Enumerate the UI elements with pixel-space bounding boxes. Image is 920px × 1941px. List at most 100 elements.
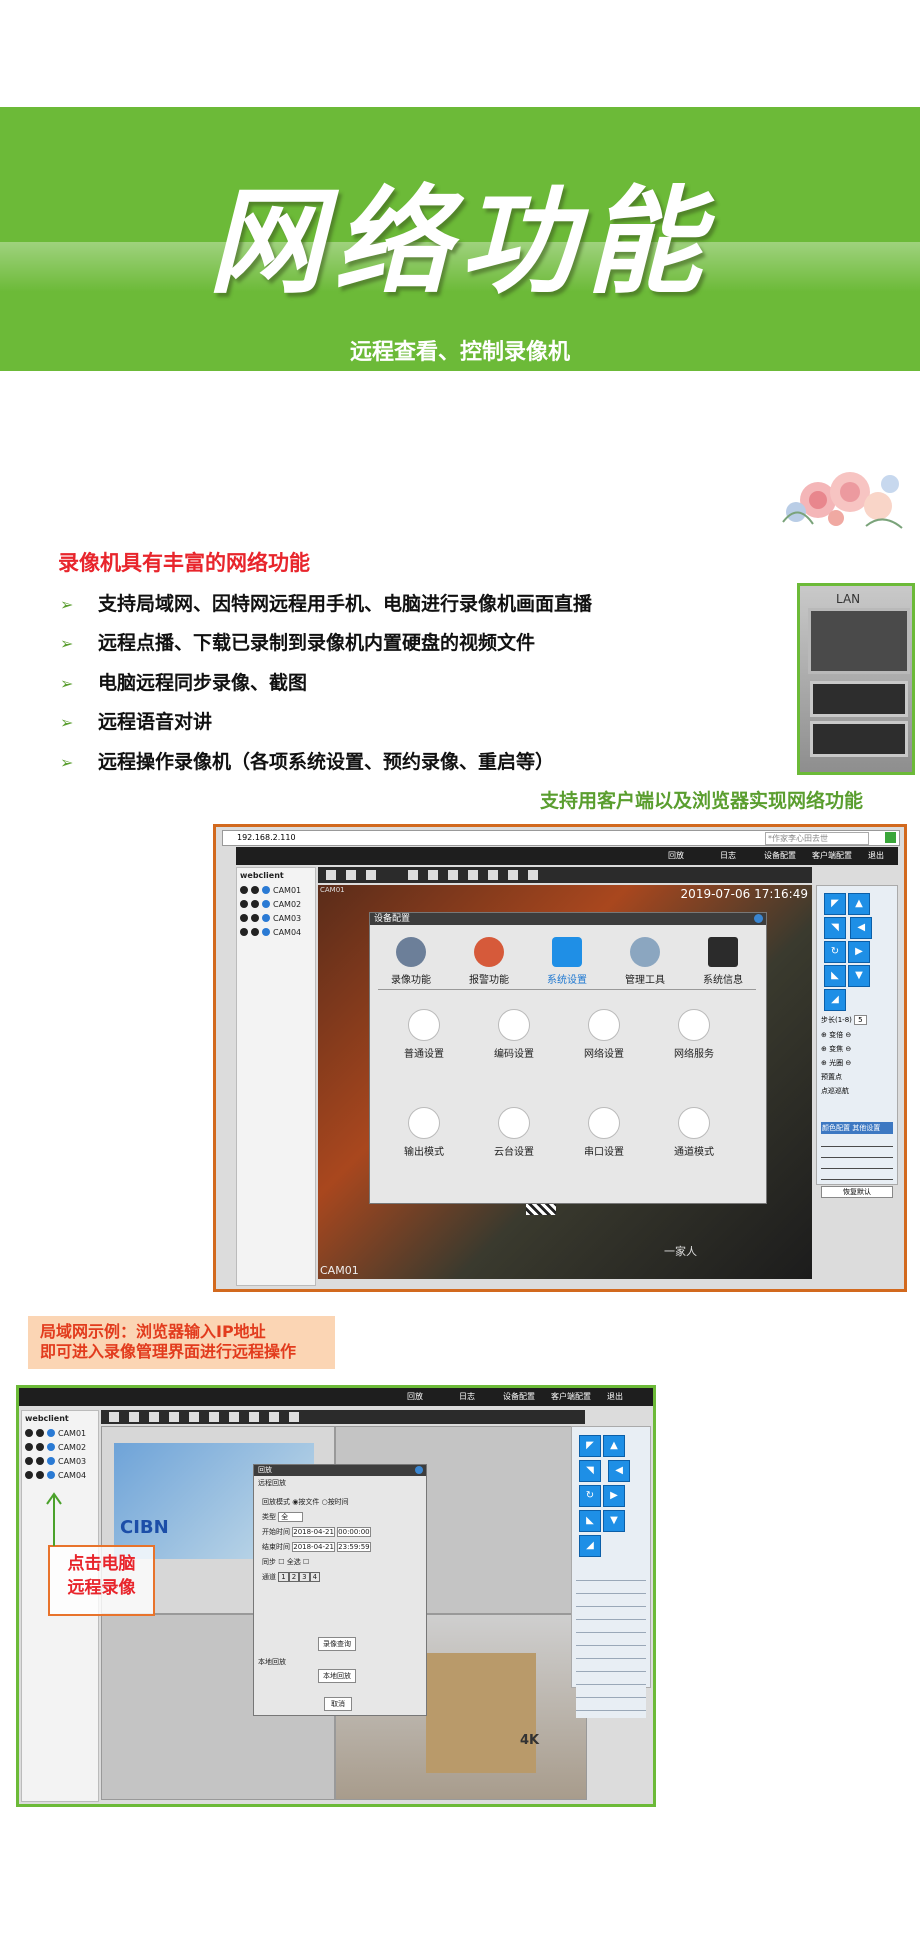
- end-date-input[interactable]: 2018-04-21: [292, 1542, 335, 1552]
- zoom-row[interactable]: ⊕ 变倍 ⊖: [817, 1028, 897, 1042]
- gear-icon: [408, 1009, 440, 1041]
- camera-item[interactable]: CAM03: [237, 911, 315, 925]
- ptz-auto-button[interactable]: ↻: [824, 941, 846, 963]
- video-timestamp: 2019-07-06 17:16:49: [680, 887, 808, 901]
- close-icon[interactable]: [415, 1466, 423, 1474]
- camera-item[interactable]: CAM01: [237, 883, 315, 897]
- lan-port-photo: LAN: [797, 583, 915, 775]
- tab-alarm-function[interactable]: 报警功能: [449, 937, 529, 986]
- ptz-controls[interactable]: [576, 1568, 646, 1718]
- tab-playback[interactable]: 回放: [650, 847, 702, 865]
- focus-row[interactable]: ⊕ 变焦 ⊖: [817, 1042, 897, 1056]
- tools-icon: [630, 937, 660, 967]
- ptz-left-button[interactable]: ◀: [850, 917, 873, 939]
- network-settings-item[interactable]: 网络设置: [564, 1009, 644, 1060]
- arrow-icon: ➢: [60, 595, 74, 614]
- mode-by-file-radio[interactable]: 按文件: [298, 1498, 319, 1506]
- tab-client-config[interactable]: 客户端配置: [545, 1388, 597, 1406]
- camera-item[interactable]: CAM02: [237, 897, 315, 911]
- browser-screenshot-1: 192.168.2.110 *作家李心田去世 回放 日志 设备配置 客户端配置 退出 w…: [213, 824, 907, 1292]
- ptz-down-left-button[interactable]: ◣: [824, 965, 846, 987]
- tab-other-settings[interactable]: 其他设置: [852, 1124, 880, 1132]
- alarm-icon: [474, 937, 504, 967]
- ptz-panel: ◤ ▲◥ ◀↻ ▶ ◣ ▼◢ 步长(1-8) 5 ⊕ 变倍 ⊖ ⊕ 变焦 ⊖ ⊕ 光圈…: [816, 885, 898, 1198]
- address-bar[interactable]: 192.168.2.110 *作家李心田去世: [222, 830, 900, 846]
- tab-log[interactable]: 日志: [441, 1388, 493, 1406]
- ptz-up-right-button[interactable]: ◥: [824, 917, 846, 939]
- ptz-up-button[interactable]: ▲: [603, 1435, 625, 1457]
- end-time-input[interactable]: 23:59:59: [337, 1542, 371, 1552]
- encode-settings-item[interactable]: 编码设置: [474, 1009, 554, 1060]
- extension-icon[interactable]: [885, 832, 896, 843]
- serial-settings-item[interactable]: 串口设置: [564, 1107, 644, 1158]
- tab-exit[interactable]: 退出: [597, 1388, 633, 1406]
- layout-buttons[interactable]: [326, 870, 386, 880]
- tab-color-config[interactable]: 颜色配置: [822, 1124, 850, 1132]
- tool-buttons[interactable]: [109, 1412, 299, 1422]
- ptz-down-button[interactable]: ▼: [848, 965, 870, 987]
- ptz-left-button[interactable]: ◀: [608, 1460, 631, 1482]
- camera-item[interactable]: CAM01: [22, 1426, 98, 1440]
- channel-1-button[interactable]: 1: [278, 1572, 289, 1582]
- output-mode-item[interactable]: 输出模式: [384, 1107, 464, 1158]
- general-settings-item[interactable]: 普通设置: [384, 1009, 464, 1060]
- ptz-up-left-button[interactable]: ◤: [579, 1435, 601, 1457]
- start-date-input[interactable]: 2018-04-21: [292, 1527, 335, 1537]
- top-menu-bar: 回放 日志 设备配置 客户端配置 退出: [19, 1388, 653, 1406]
- arrow-icon: ➢: [60, 753, 74, 772]
- local-playback-button[interactable]: 本地回放: [318, 1669, 356, 1683]
- tab-device-config[interactable]: 设备配置: [754, 847, 806, 865]
- ptz-down-right-button[interactable]: ◢: [579, 1535, 601, 1557]
- ptz-up-button[interactable]: ▲: [848, 893, 870, 915]
- network-icon: [588, 1009, 620, 1041]
- tab-device-config[interactable]: 设备配置: [493, 1388, 545, 1406]
- device-config-dialog: 设备配置 录像功能 报警功能 系统设置 管理工具 系统信息 普通设置 编码设置 …: [369, 912, 767, 1204]
- ptz-up-right-button[interactable]: ◥: [579, 1460, 601, 1482]
- channel-2-button[interactable]: 2: [288, 1572, 300, 1582]
- tab-log[interactable]: 日志: [702, 847, 754, 865]
- tab-exit[interactable]: 退出: [858, 847, 894, 865]
- type-select[interactable]: 全: [278, 1512, 304, 1522]
- mode-by-time-radio[interactable]: 按时间: [328, 1498, 349, 1506]
- channel-mode-item[interactable]: 通道模式: [654, 1107, 734, 1158]
- restore-default-button[interactable]: 恢复默认: [821, 1186, 893, 1198]
- ptz-down-right-button[interactable]: ◢: [824, 989, 846, 1011]
- ptz-up-left-button[interactable]: ◤: [824, 893, 846, 915]
- tool-buttons[interactable]: [408, 870, 548, 880]
- color-sliders[interactable]: [821, 1138, 893, 1182]
- video-toolbar: [101, 1410, 585, 1424]
- ptz-down-left-button[interactable]: ◣: [579, 1510, 601, 1532]
- lan-example-note: 局域网示例：浏览器输入IP地址 即可进入录像管理界面进行远程操作: [28, 1316, 335, 1369]
- camera-item[interactable]: CAM02: [22, 1440, 98, 1454]
- tab-record-function[interactable]: 录像功能: [371, 937, 451, 986]
- cancel-button[interactable]: 取消: [324, 1697, 352, 1711]
- ptz-right-button[interactable]: ▶: [603, 1485, 625, 1507]
- display-icon: [408, 1107, 440, 1139]
- support-line: 支持用客户端以及浏览器实现网络功能: [540, 790, 864, 812]
- camera-item[interactable]: CAM03: [22, 1454, 98, 1468]
- camera-item[interactable]: CAM04: [22, 1468, 98, 1482]
- feature-item: ➢ 远程操作录像机（各项系统设置、预约录像、重启等）: [60, 751, 555, 773]
- channel-4-button[interactable]: 4: [309, 1572, 321, 1582]
- start-time-input[interactable]: 00:00:00: [337, 1527, 371, 1537]
- close-icon[interactable]: [754, 914, 763, 923]
- channel-3-button[interactable]: 3: [299, 1572, 310, 1582]
- record-query-button[interactable]: 录像查询: [318, 1637, 356, 1651]
- ptz-settings-item[interactable]: 云台设置: [474, 1107, 554, 1158]
- dialog-title: 回放: [254, 1465, 426, 1476]
- feature-item: ➢ 远程语音对讲: [60, 711, 213, 733]
- iris-row[interactable]: ⊕ 光圈 ⊖: [817, 1056, 897, 1070]
- search-input[interactable]: *作家李心田去世: [765, 832, 869, 845]
- tab-system-info[interactable]: 系统信息: [683, 937, 763, 986]
- tab-playback[interactable]: 回放: [389, 1388, 441, 1406]
- network-service-item[interactable]: 网络服务: [654, 1009, 734, 1060]
- tab-client-config[interactable]: 客户端配置: [806, 847, 858, 865]
- tab-system-settings[interactable]: 系统设置: [527, 937, 607, 986]
- ptz-right-button[interactable]: ▶: [848, 941, 870, 963]
- gear-icon: [552, 937, 582, 967]
- ptz-auto-button[interactable]: ↻: [579, 1485, 601, 1507]
- ptz-down-button[interactable]: ▼: [603, 1510, 625, 1532]
- tab-management-tools[interactable]: 管理工具: [605, 937, 685, 986]
- camera-item[interactable]: CAM04: [237, 925, 315, 939]
- step-select[interactable]: 5: [854, 1015, 867, 1025]
